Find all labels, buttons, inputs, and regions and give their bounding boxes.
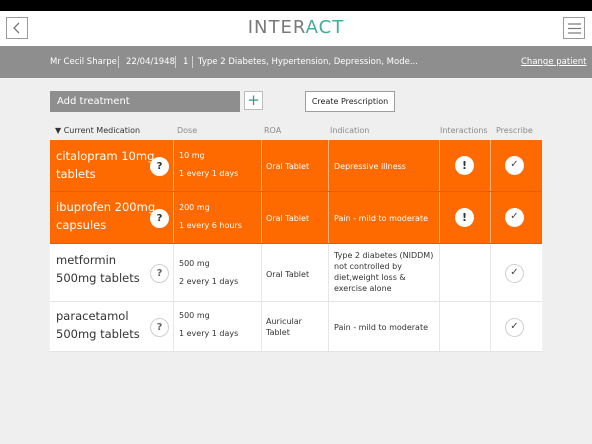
prescribe-check-icon[interactable]: ✓ — [505, 264, 524, 283]
column-header-indication: Indication — [330, 126, 370, 135]
medication-roa: Auricular Tablet — [266, 317, 302, 337]
medication-name: paracetamol 500mg tablets — [56, 309, 140, 341]
info-icon[interactable]: ? — [150, 264, 169, 283]
divider — [175, 56, 176, 68]
change-patient-link[interactable]: Change patient — [521, 57, 587, 67]
app-header: INTERACT — [0, 11, 592, 46]
column-header-interactions: Interactions — [440, 126, 488, 135]
medication-row[interactable]: paracetamol 500mg tablets ? 500 mg 1 eve… — [50, 302, 542, 352]
medication-indication: Pain - mild to moderate — [334, 323, 429, 332]
divider — [118, 56, 119, 68]
column-header-roa: ROA — [264, 126, 282, 135]
medication-dose: 500 mg 1 every 1 days — [179, 311, 239, 338]
info-icon[interactable]: ? — [150, 157, 169, 176]
column-header-current-medication[interactable]: ▼ Current Medication — [55, 126, 140, 135]
medication-roa: Oral Tablet — [266, 270, 310, 279]
medication-table: citalopram 10mg tablets ? 10 mg 1 every … — [50, 140, 542, 352]
info-icon[interactable]: ? — [150, 209, 169, 228]
prescribe-check-icon[interactable]: ✓ — [505, 156, 524, 175]
patient-number: 1 — [183, 57, 189, 67]
patient-bar: Mr Cecil Sharpe 22/04/1948 1 Type 2 Diab… — [0, 46, 592, 78]
medication-indication: Depressive illness — [334, 162, 406, 171]
prescribe-check-icon[interactable]: ✓ — [505, 208, 524, 227]
medication-row[interactable]: metformin 500mg tablets ? 500 mg 2 every… — [50, 244, 542, 302]
patient-name: Mr Cecil Sharpe — [50, 57, 117, 67]
add-treatment-input[interactable]: Add treatment — [50, 91, 240, 112]
medication-roa: Oral Tablet — [266, 214, 310, 223]
medication-name: metformin 500mg tablets — [56, 253, 140, 285]
patient-conditions: Type 2 Diabetes, Hypertension, Depressio… — [198, 57, 418, 67]
medication-name: ibuprofen 200mg capsules — [56, 200, 156, 232]
medication-dose: 500 mg 2 every 1 days — [179, 259, 239, 286]
medication-indication: Pain - mild to moderate — [334, 214, 429, 223]
interaction-alert-icon[interactable]: ! — [455, 208, 474, 227]
medication-dose: 10 mg 1 every 1 days — [179, 151, 239, 178]
medication-dose: 200 mg 1 every 6 hours — [179, 203, 242, 230]
medication-name: citalopram 10mg tablets — [56, 149, 155, 181]
add-treatment-button[interactable]: + — [244, 91, 263, 110]
column-header-prescribe: Prescribe — [496, 126, 533, 135]
interaction-alert-icon[interactable]: ! — [455, 156, 474, 175]
status-bar — [0, 0, 592, 11]
medication-row[interactable]: citalopram 10mg tablets ? 10 mg 1 every … — [50, 140, 542, 192]
create-prescription-button[interactable]: Create Prescription — [305, 91, 395, 112]
info-icon[interactable]: ? — [150, 318, 169, 337]
prescribe-check-icon[interactable]: ✓ — [505, 318, 524, 337]
medication-row[interactable]: ibuprofen 200mg capsules ? 200 mg 1 ever… — [50, 192, 542, 244]
patient-dob: 22/04/1948 — [126, 57, 175, 67]
medication-indication: Type 2 diabetes (NIDDM) not controlled b… — [334, 251, 434, 293]
medication-roa: Oral Tablet — [266, 162, 310, 171]
divider — [192, 56, 193, 68]
app-logo: INTERACT — [247, 17, 345, 38]
column-header-dose: Dose — [177, 126, 198, 135]
hamburger-icon — [567, 22, 581, 34]
menu-button[interactable] — [563, 17, 585, 39]
